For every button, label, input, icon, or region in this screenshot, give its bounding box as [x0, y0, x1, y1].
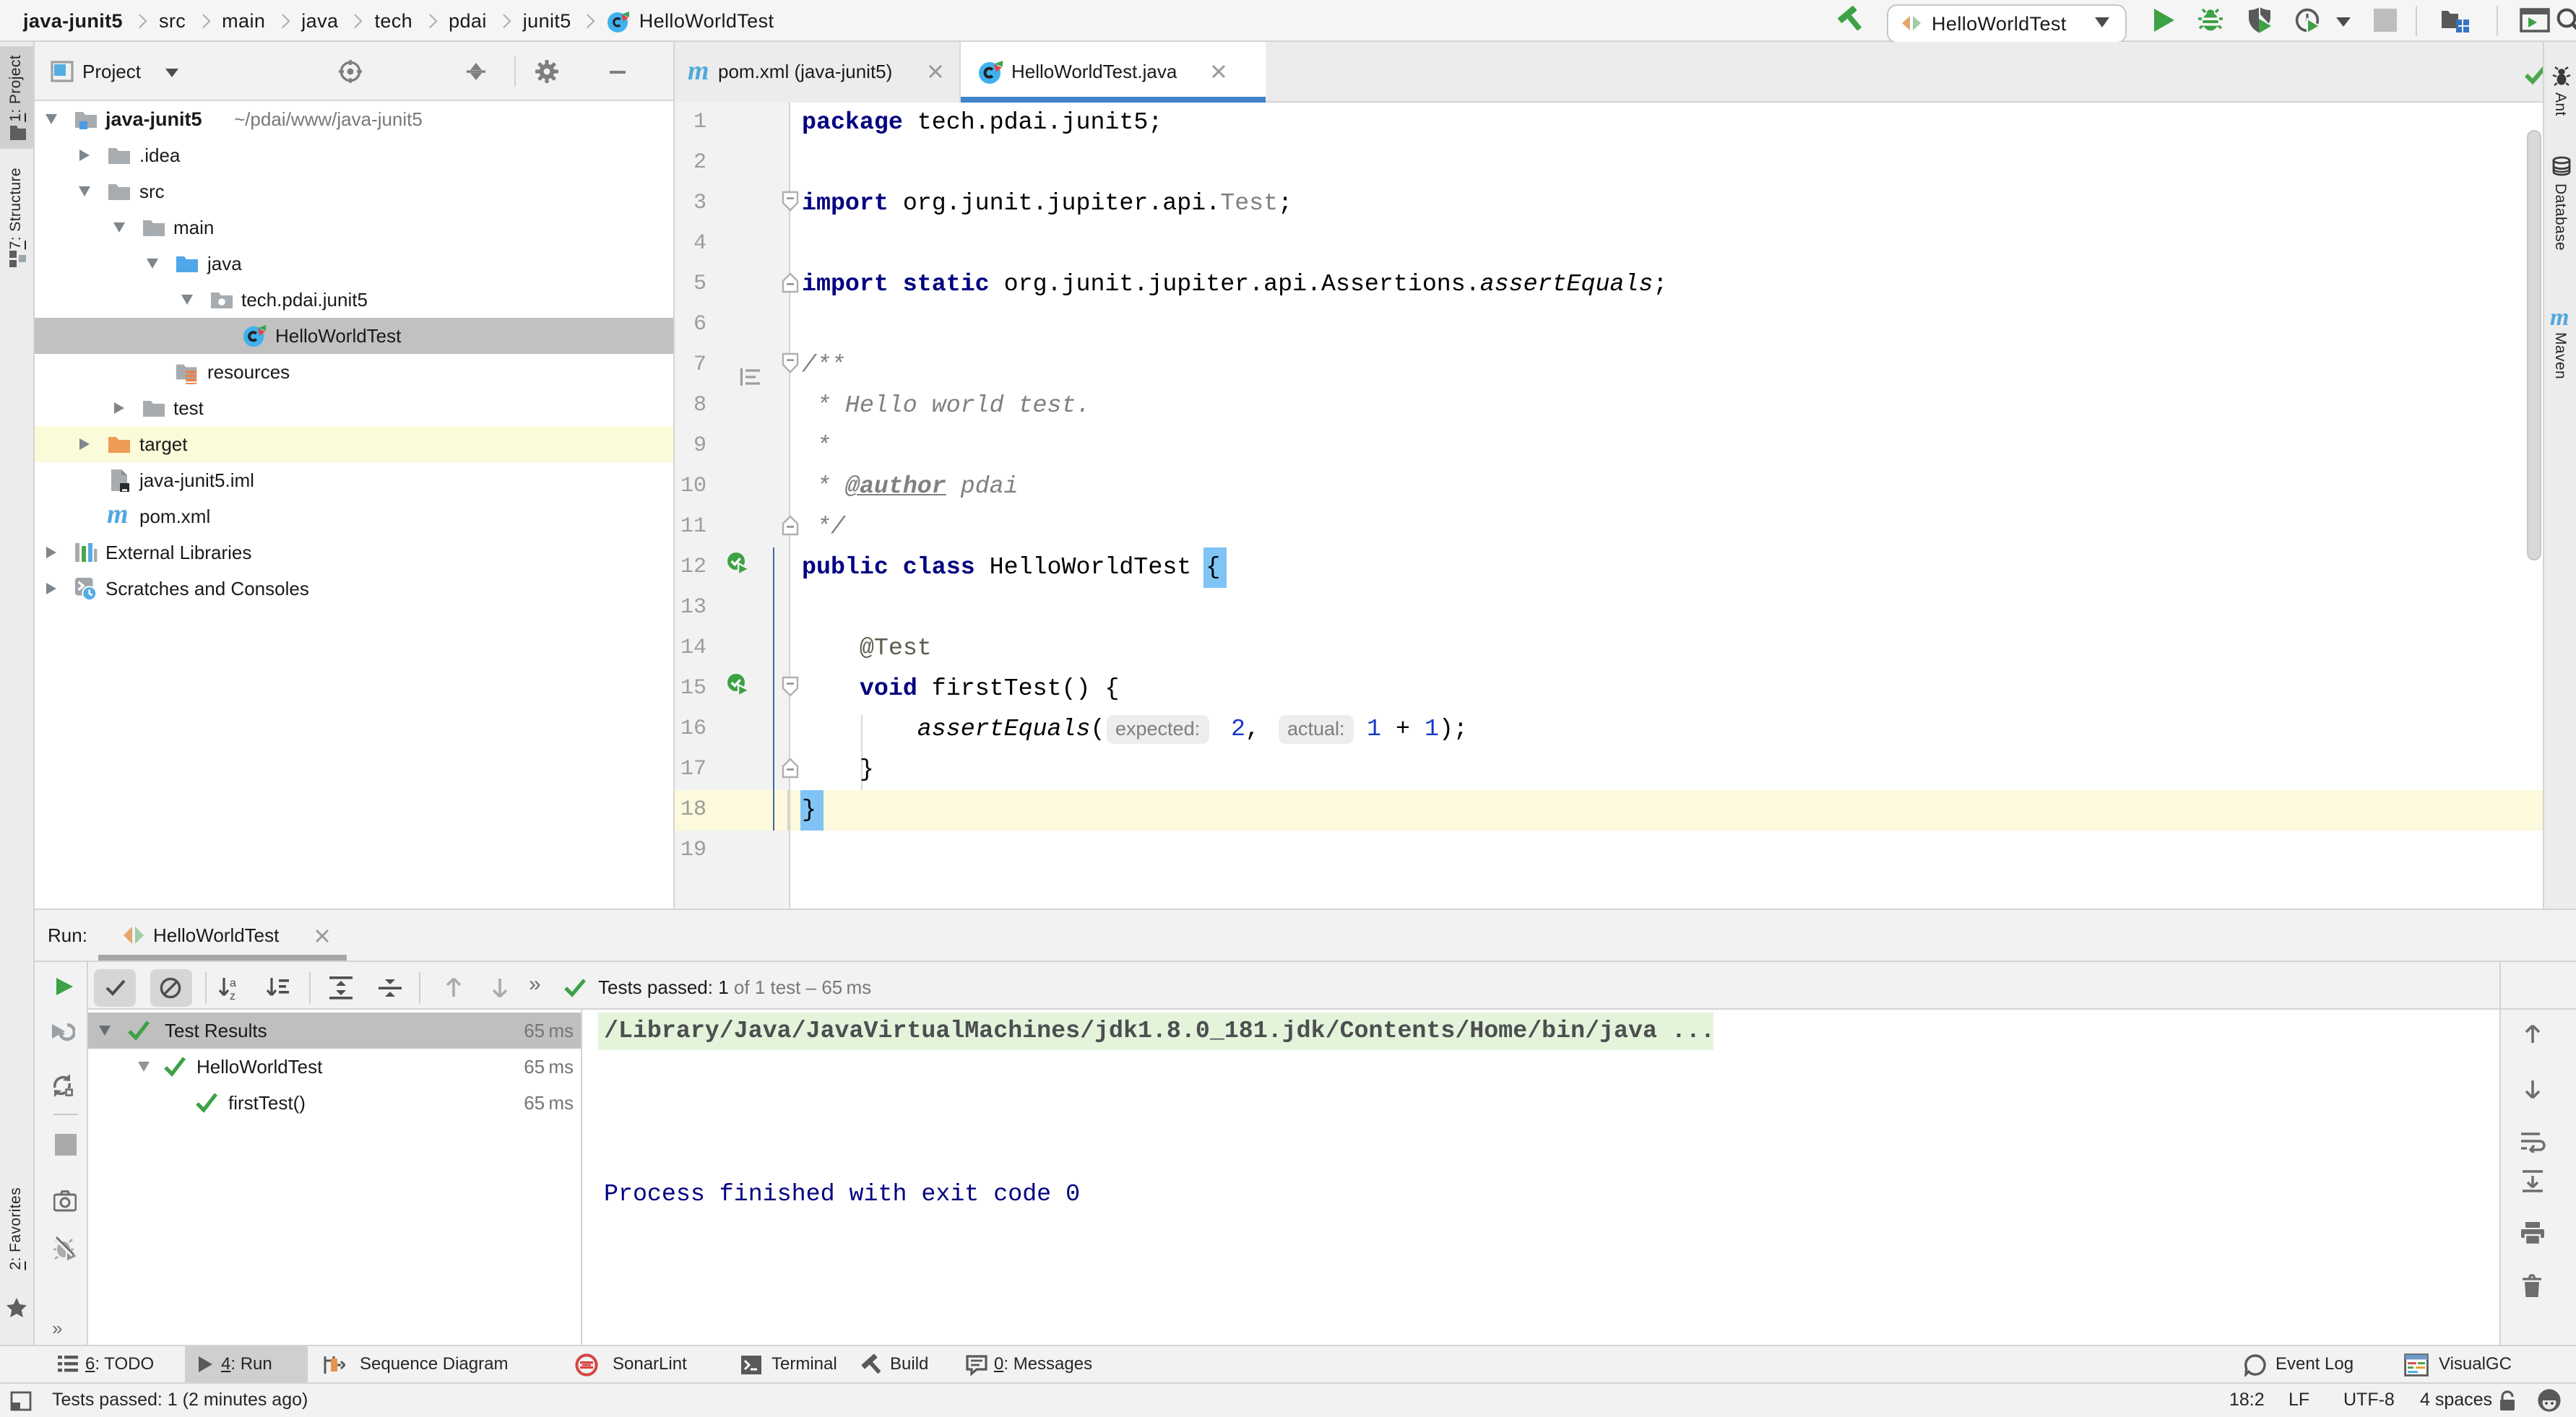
svg-text:z: z	[230, 990, 235, 1001]
svg-text:a: a	[230, 977, 236, 989]
